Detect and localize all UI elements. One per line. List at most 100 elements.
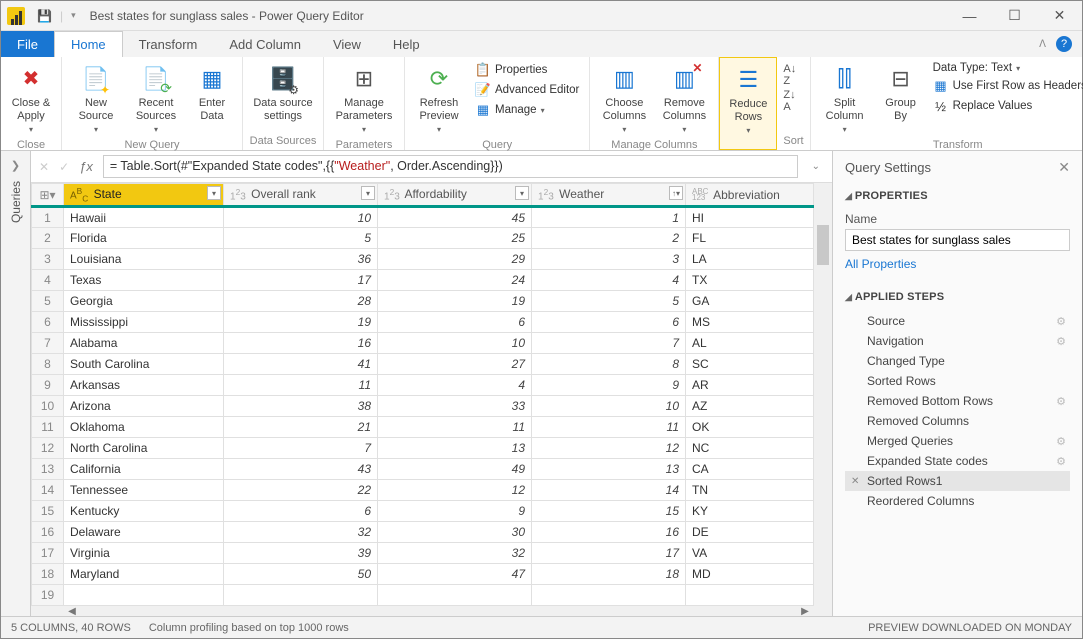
cell-abbrev[interactable]: VA [686, 543, 814, 564]
sort-asc-button[interactable]: A↓Z [783, 63, 796, 87]
row-number[interactable]: 10 [32, 396, 64, 417]
group-by-button[interactable]: ⊟Group By [877, 59, 925, 123]
cell-state[interactable]: Virginia [64, 543, 224, 564]
scroll-right-icon[interactable]: ▶ [796, 606, 814, 616]
row-number[interactable]: 3 [32, 249, 64, 270]
gear-icon[interactable]: ⚙ [1056, 455, 1066, 468]
row-number[interactable]: 15 [32, 501, 64, 522]
cell-state[interactable]: Alabama [64, 333, 224, 354]
table-row[interactable]: 5Georgia28195GA [32, 291, 814, 312]
cell-afford[interactable]: 32 [378, 543, 532, 564]
new-source-button[interactable]: 📄✦New Source [68, 59, 124, 137]
tab-view[interactable]: View [317, 31, 377, 57]
queries-pane-tab[interactable]: ❯ Queries [1, 151, 31, 616]
cell-afford[interactable]: 11 [378, 417, 532, 438]
cell-weather[interactable]: 17 [532, 543, 686, 564]
table-row[interactable]: 15Kentucky6915KY [32, 501, 814, 522]
cell-weather[interactable]: 7 [532, 333, 686, 354]
cell-abbrev[interactable]: SC [686, 354, 814, 375]
filter-icon[interactable]: ▾ [515, 186, 529, 200]
row-number[interactable]: 8 [32, 354, 64, 375]
cell-state[interactable]: Oklahoma [64, 417, 224, 438]
all-properties-link[interactable]: All Properties [845, 257, 916, 271]
cell-rank[interactable]: 10 [224, 207, 378, 228]
replace-values-button[interactable]: ½Replace Values [929, 97, 1083, 115]
scroll-left-icon[interactable]: ◀ [63, 606, 81, 616]
applied-step[interactable]: Merged Queries⚙ [845, 431, 1070, 451]
table-row[interactable]: 18Maryland504718MD [32, 564, 814, 585]
cell-weather[interactable]: 9 [532, 375, 686, 396]
gear-icon[interactable]: ⚙ [1056, 435, 1066, 448]
help-icon[interactable]: ? [1056, 36, 1072, 52]
cell-afford[interactable]: 25 [378, 228, 532, 249]
applied-step[interactable]: Removed Columns [845, 411, 1070, 431]
data-grid[interactable]: ⊞▾ ABC State▾ 123 Overall rank▾ 123 Affo… [31, 183, 814, 606]
cell-state[interactable]: Arizona [64, 396, 224, 417]
data-source-settings-button[interactable]: 🗄️⚙Data source settings [249, 59, 317, 123]
cell-abbrev[interactable]: OK [686, 417, 814, 438]
applied-step[interactable]: Navigation⚙ [845, 331, 1070, 351]
cell-weather[interactable]: 6 [532, 312, 686, 333]
cell-afford[interactable]: 33 [378, 396, 532, 417]
cell-state[interactable]: South Carolina [64, 354, 224, 375]
col-header-afford[interactable]: 123 Affordability▾ [378, 184, 532, 207]
table-row[interactable]: 3Louisiana36293LA [32, 249, 814, 270]
tab-transform[interactable]: Transform [123, 31, 214, 57]
cell-afford[interactable]: 19 [378, 291, 532, 312]
fx-icon[interactable]: ƒx [79, 159, 93, 174]
cell-afford[interactable]: 27 [378, 354, 532, 375]
cell-weather[interactable]: 2 [532, 228, 686, 249]
gear-icon[interactable]: ⚙ [1056, 395, 1066, 408]
split-column-button[interactable]: ⫿⫿Split Column [817, 59, 873, 137]
tab-add-column[interactable]: Add Column [213, 31, 317, 57]
table-row[interactable]: 17Virginia393217VA [32, 543, 814, 564]
row-number[interactable]: 17 [32, 543, 64, 564]
table-row[interactable]: 7Alabama16107AL [32, 333, 814, 354]
col-header-abbrev[interactable]: ABC123 Abbreviation [686, 184, 814, 207]
cell-weather[interactable]: 10 [532, 396, 686, 417]
close-apply-button[interactable]: ✖ Close & Apply [7, 59, 55, 137]
cell-rank[interactable]: 6 [224, 501, 378, 522]
cell-rank[interactable]: 11 [224, 375, 378, 396]
row-number[interactable]: 12 [32, 438, 64, 459]
tab-help[interactable]: Help [377, 31, 436, 57]
cell-afford[interactable]: 9 [378, 501, 532, 522]
choose-columns-button[interactable]: ▥Choose Columns [596, 59, 652, 137]
tab-home[interactable]: Home [54, 31, 123, 57]
properties-button[interactable]: 📋Properties [471, 61, 583, 79]
filter-icon[interactable]: ▾ [361, 186, 375, 200]
cell-afford[interactable]: 30 [378, 522, 532, 543]
cell-rank[interactable]: 19 [224, 312, 378, 333]
remove-columns-button[interactable]: ▥✕Remove Columns [656, 59, 712, 137]
accept-formula-icon[interactable]: ✓ [59, 160, 69, 174]
cell-afford[interactable]: 45 [378, 207, 532, 228]
cell-afford[interactable]: 13 [378, 438, 532, 459]
cell-weather[interactable]: 13 [532, 459, 686, 480]
table-row[interactable]: 9Arkansas1149AR [32, 375, 814, 396]
cell-weather[interactable]: 16 [532, 522, 686, 543]
properties-section-header[interactable]: PROPERTIES [845, 184, 1070, 208]
table-row[interactable]: 19 [32, 585, 814, 606]
maximize-button[interactable]: ☐ [992, 1, 1037, 31]
row-number[interactable]: 1 [32, 207, 64, 228]
cell-abbrev[interactable]: AL [686, 333, 814, 354]
col-header-weather[interactable]: 123 Weather↑▾ [532, 184, 686, 207]
table-corner[interactable]: ⊞▾ [32, 184, 64, 207]
row-number[interactable]: 19 [32, 585, 64, 606]
cell-rank[interactable]: 16 [224, 333, 378, 354]
enter-data-button[interactable]: ▦Enter Data [188, 59, 236, 123]
gear-icon[interactable]: ⚙ [1056, 315, 1066, 328]
applied-steps-header[interactable]: APPLIED STEPS [845, 285, 1070, 309]
table-row[interactable]: 6Mississippi1966MS [32, 312, 814, 333]
cell-state[interactable] [64, 585, 224, 606]
cell-rank[interactable]: 17 [224, 270, 378, 291]
cell-state[interactable]: Hawaii [64, 207, 224, 228]
manage-query-button[interactable]: ▦Manage [471, 101, 583, 119]
cell-rank[interactable]: 41 [224, 354, 378, 375]
cell-abbrev[interactable] [686, 585, 814, 606]
applied-step[interactable]: Source⚙ [845, 311, 1070, 331]
cell-abbrev[interactable]: DE [686, 522, 814, 543]
cell-abbrev[interactable]: FL [686, 228, 814, 249]
cell-rank[interactable]: 21 [224, 417, 378, 438]
cell-abbrev[interactable]: MD [686, 564, 814, 585]
